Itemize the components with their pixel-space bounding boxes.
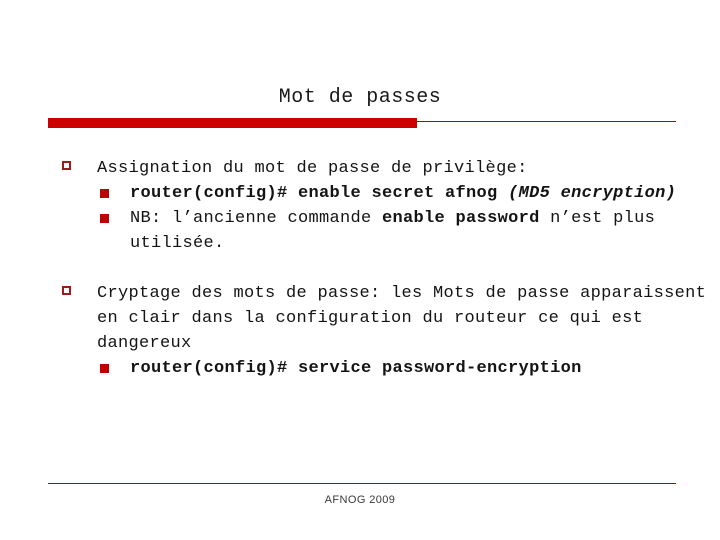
bullet-level2-service-password-encryption: router(config)# service password-encrypt… <box>0 356 720 381</box>
filled-square-bullet-icon <box>100 214 109 223</box>
bullet-level2-content: router(config)# service password-encrypt… <box>130 359 582 378</box>
bullet-level2-content: router(config)# enable secret afnog (MD5… <box>130 184 676 203</box>
page-title: Mot de passes <box>278 86 442 109</box>
header-accent-bar <box>48 118 417 128</box>
filled-square-bullet-icon <box>100 364 109 373</box>
bullet-level1-cryptage: Cryptage des mots de passe: les Mots de … <box>0 281 720 356</box>
bullet-level1-label: Cryptage des mots de passe: les Mots de … <box>97 284 717 353</box>
bullet-level2-nb-note: NB: l’ancienne commande enable password … <box>0 206 720 256</box>
hollow-square-bullet-icon <box>62 161 71 170</box>
header-rule <box>48 118 676 128</box>
command-text-service-password-encryption: router(config)# service password-encrypt… <box>130 359 582 378</box>
footer-rule <box>48 483 676 484</box>
slide: Mot de passes Assignation du mot de pass… <box>0 0 720 540</box>
bullet-level2-enable-secret: router(config)# enable secret afnog (MD5… <box>0 181 720 206</box>
bullet-level1-label: Assignation du mot de passe de privilège… <box>97 159 528 178</box>
note-bold-command: enable password <box>382 209 540 228</box>
hollow-square-bullet-icon <box>62 286 71 295</box>
bullet-level1-assignation: Assignation du mot de passe de privilège… <box>0 156 720 181</box>
bullet-group-2: Cryptage des mots de passe: les Mots de … <box>0 281 720 381</box>
filled-square-bullet-icon <box>100 189 109 198</box>
title-block: Mot de passes <box>0 86 720 110</box>
bullet-level2-content: NB: l’ancienne commande enable password … <box>130 209 666 253</box>
command-annotation-md5: (MD5 encryption) <box>508 184 677 203</box>
slide-body: Assignation du mot de passe de privilège… <box>0 156 720 381</box>
footer-label: AFNOG 2009 <box>324 494 396 506</box>
note-prefix-text: NB: l’ancienne commande <box>130 209 383 228</box>
command-text-enable-secret: router(config)# enable secret afnog <box>130 184 509 203</box>
bullet-group-1: Assignation du mot de passe de privilège… <box>0 156 720 256</box>
